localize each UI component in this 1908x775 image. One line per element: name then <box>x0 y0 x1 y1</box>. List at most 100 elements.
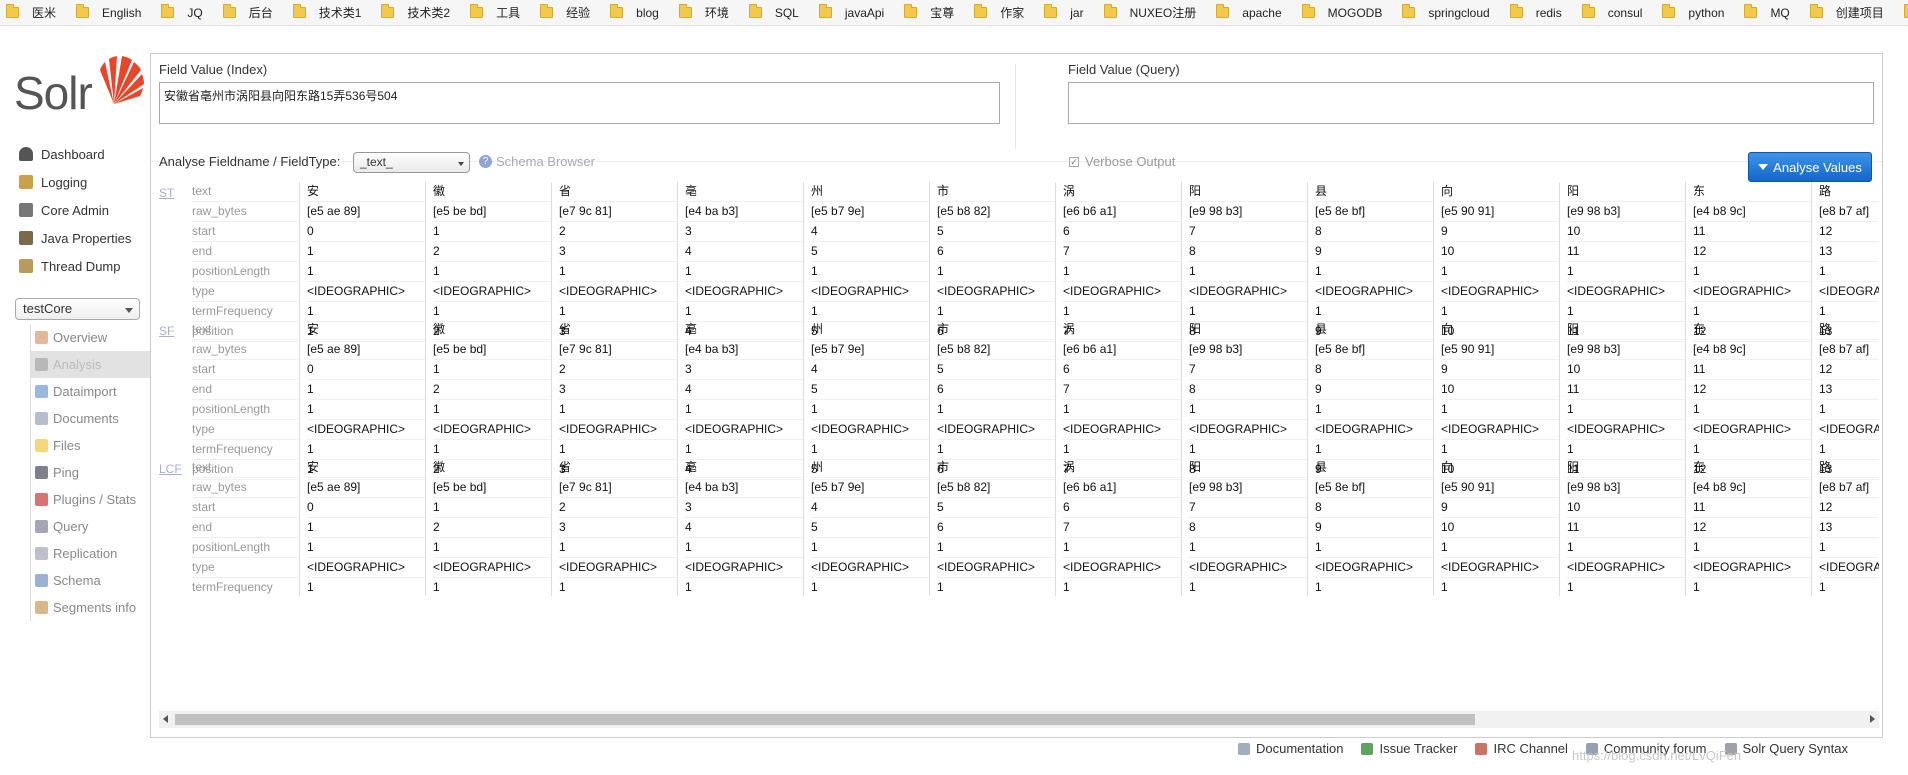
bookmark-label: consul <box>1607 5 1643 20</box>
token-text: 州 <box>811 458 929 478</box>
filter-icon <box>1758 164 1769 170</box>
footer-link-documentation[interactable]: Documentation <box>1238 741 1343 756</box>
core-nav-item-schema[interactable]: Schema <box>31 567 150 594</box>
folder-icon <box>381 4 395 18</box>
token-column: 省[e7 9c 81]231<IDEOGRAPHIC>13 <box>551 182 677 342</box>
core-nav-item-segments-info[interactable]: Segments info <box>31 594 150 621</box>
core-nav-item-ping[interactable]: Ping <box>31 459 150 486</box>
token-column: 徽[e5 be bd]121<IDEOGRAPHIC>12 <box>425 182 551 342</box>
bookmark-0[interactable]: 医米 <box>6 4 56 21</box>
bookmark-11[interactable]: javaApi <box>818 4 884 20</box>
nav-item-java-properties[interactable]: Java Properties <box>14 224 150 252</box>
footer-link-solr-query-syntax[interactable]: Solr Query Syntax <box>1724 741 1848 756</box>
core-nav-item-replication[interactable]: Replication <box>31 540 150 567</box>
field-value-query-label: Field Value (Query) <box>1068 62 1180 77</box>
token-raw-bytes: [e5 be bd] <box>433 340 551 360</box>
horizontal-scrollbar[interactable] <box>159 711 1879 728</box>
token-termfrequency: 1 <box>685 302 803 322</box>
bookmark-17[interactable]: MOGODB <box>1301 4 1382 20</box>
footer-link-irc-channel[interactable]: IRC Channel <box>1475 741 1568 756</box>
token-text: 安 <box>307 182 425 202</box>
bookmark-label: apache <box>1242 5 1282 20</box>
scroll-left-icon[interactable] <box>163 715 168 723</box>
token-positionlength: 1 <box>433 538 551 558</box>
token-column: 路[e8 b7 af]12131<IDEOGRAPHIC>113 <box>1811 320 1879 480</box>
nav-item-label: Java Properties <box>41 230 132 246</box>
bookmark-21[interactable]: python <box>1662 4 1724 20</box>
solr-logo[interactable]: Solr <box>14 52 144 122</box>
token-text: 向 <box>1441 458 1559 478</box>
bookmark-12[interactable]: 宝尊 <box>904 4 954 21</box>
bookmark-label: 医米 <box>32 6 57 20</box>
bookmark-23[interactable]: 创建项目 <box>1809 4 1884 21</box>
bookmark-18[interactable]: springcloud <box>1402 4 1490 20</box>
scrollbar-thumb[interactable] <box>175 714 1475 725</box>
scroll-right-icon[interactable] <box>1870 715 1875 723</box>
fieldtype-select[interactable]: _text_ <box>353 152 470 173</box>
core-nav-item-label: Analysis <box>53 357 102 372</box>
verbose-output-toggle[interactable]: ✓ Verbose Output <box>1069 154 1175 169</box>
core-nav-item-analysis[interactable]: Analysis <box>31 351 150 378</box>
token-start: 8 <box>1315 498 1433 518</box>
token-text: 市 <box>937 458 1055 478</box>
token-raw-bytes: [e4 b8 9c] <box>1693 202 1811 222</box>
core-nav-item-query[interactable]: Query <box>31 513 150 540</box>
token-positionlength: 1 <box>937 262 1055 282</box>
row-label-type: type <box>192 558 298 578</box>
stage-name-link[interactable]: ST <box>159 186 174 200</box>
bookmark-13[interactable]: 作家 <box>974 4 1024 21</box>
bookmark-6[interactable]: 工具 <box>470 4 520 21</box>
bookmark-2[interactable]: JQ <box>161 4 203 20</box>
core-nav-item-documents[interactable]: Documents <box>31 405 150 432</box>
field-value-query-input[interactable] <box>1068 82 1874 124</box>
token-start: 4 <box>811 360 929 380</box>
core-selector[interactable]: testCore <box>15 298 140 320</box>
token-column: 徽[e5 be bd]121<IDEOGRAPHIC>12 <box>425 320 551 480</box>
row-label-termfrequency: termFrequency <box>192 302 298 322</box>
token-raw-bytes: [e9 98 b3] <box>1189 202 1307 222</box>
nav-item-thread-dump[interactable]: Thread Dump <box>14 252 150 280</box>
stage-name-link[interactable]: SF <box>159 324 174 338</box>
bookmark-4[interactable]: 技术类1 <box>292 4 361 21</box>
nav-item-core-admin[interactable]: Core Admin <box>14 196 150 224</box>
bookmark-10[interactable]: SQL <box>748 4 799 20</box>
token-column: 向[e5 90 91]9101<IDEOGRAPHIC>110 <box>1433 182 1559 342</box>
documentation-icon <box>1238 742 1250 755</box>
core-nav-item-plugins-stats[interactable]: Plugins / Stats <box>31 486 150 513</box>
token-type: <IDEOGRAPHIC> <box>811 282 929 302</box>
token-positionlength: 1 <box>937 538 1055 558</box>
bookmark-9[interactable]: 环境 <box>678 4 729 21</box>
folder-icon <box>1044 4 1058 18</box>
footer-links: Documentation Issue Tracker IRC Channel Com… <box>1238 741 1866 756</box>
token-end: 11 <box>1567 380 1685 400</box>
schema-browser-link[interactable]: ? Schema Browser <box>479 154 595 169</box>
bookmark-19[interactable]: redis <box>1509 4 1562 20</box>
core-nav-item-dataimport[interactable]: Dataimport <box>31 378 150 405</box>
core-nav-item-overview[interactable]: Overview <box>31 324 150 351</box>
bookmark-3[interactable]: 后台 <box>222 4 273 21</box>
token-start: 2 <box>559 498 677 518</box>
token-text: 涡 <box>1063 458 1181 478</box>
token-raw-bytes: [e5 ae 89] <box>307 340 425 360</box>
field-value-index-input[interactable] <box>159 82 1000 124</box>
bookmark-22[interactable]: MQ <box>1744 4 1790 20</box>
stage-name-link[interactable]: LCF <box>159 462 182 476</box>
token-end: 4 <box>685 242 803 262</box>
bookmark-8[interactable]: blog <box>610 4 659 20</box>
footer-link-issue-tracker[interactable]: Issue Tracker <box>1361 741 1457 756</box>
token-end: 11 <box>1567 518 1685 538</box>
core-nav-item-files[interactable]: Files <box>31 432 150 459</box>
token-type: <IDEOGRAPHIC> <box>433 558 551 578</box>
bookmark-5[interactable]: 技术类2 <box>381 4 450 21</box>
nav-item-dashboard[interactable]: Dashboard <box>14 140 150 168</box>
bookmark-14[interactable]: jar <box>1044 4 1084 20</box>
bookmark-16[interactable]: apache <box>1216 4 1282 20</box>
bookmark-24[interactable]: 搜索 <box>1903 4 1908 21</box>
nav-item-logging[interactable]: Logging <box>14 168 150 196</box>
bookmark-1[interactable]: English <box>76 4 141 20</box>
analyse-values-button[interactable]: Analyse Values <box>1748 152 1872 182</box>
bookmark-7[interactable]: 经验 <box>540 4 590 21</box>
token-start: 0 <box>307 498 425 518</box>
bookmark-20[interactable]: consul <box>1581 4 1643 20</box>
bookmark-15[interactable]: NUXEO注册 <box>1103 4 1196 21</box>
